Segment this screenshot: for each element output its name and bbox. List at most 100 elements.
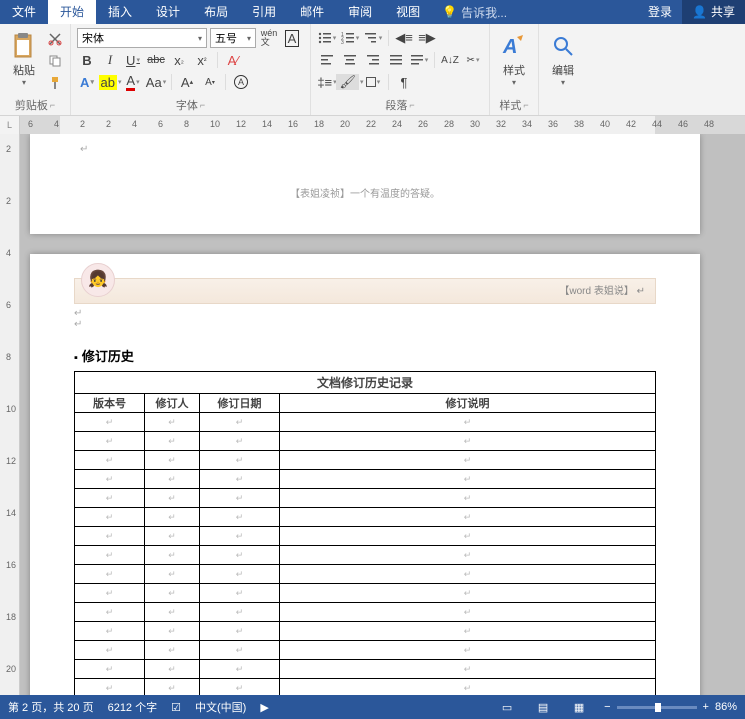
tab-design[interactable]: 设计 <box>144 0 192 24</box>
tab-mailings[interactable]: 邮件 <box>288 0 336 24</box>
paste-button[interactable]: 粘贴 ▾ <box>4 26 44 92</box>
align-right-button[interactable] <box>363 50 383 70</box>
table-cell[interactable]: ↵ <box>145 527 200 546</box>
view-web-button[interactable]: ▦ <box>568 698 590 716</box>
font-color-button[interactable]: A▾ <box>123 72 143 92</box>
tab-home[interactable]: 开始 <box>48 0 96 24</box>
phonetic-guide-button[interactable]: wén文 <box>259 28 279 48</box>
table-cell[interactable]: ↵ <box>145 641 200 660</box>
shrink-font-button[interactable]: A▾ <box>200 72 220 92</box>
distributed-button[interactable]: ▾ <box>409 50 429 70</box>
align-left-button[interactable] <box>317 50 337 70</box>
justify-button[interactable] <box>386 50 406 70</box>
superscript-button[interactable]: x² <box>192 50 212 70</box>
tab-layout[interactable]: 布局 <box>192 0 240 24</box>
table-cell[interactable]: ↵ <box>200 470 280 489</box>
table-cell[interactable]: ↵ <box>200 489 280 508</box>
table-cell[interactable]: ↵ <box>280 470 656 489</box>
font-size-select[interactable]: 五号▾ <box>210 28 256 48</box>
language-indicator[interactable]: 中文(中国) <box>195 699 246 715</box>
table-cell[interactable]: ↵ <box>145 679 200 696</box>
tell-me[interactable]: 💡告诉我... <box>432 4 517 21</box>
subscript-button[interactable]: x₂ <box>169 50 189 70</box>
pilcrow-button[interactable]: ¶ <box>394 72 414 92</box>
table-cell[interactable]: ↵ <box>280 603 656 622</box>
font-name-select[interactable]: 宋体▾ <box>77 28 207 48</box>
table-cell[interactable]: ↵ <box>145 603 200 622</box>
table-cell[interactable]: ↵ <box>280 660 656 679</box>
dialog-launcher-icon[interactable]: ⌐ <box>523 100 528 110</box>
table-cell[interactable]: ↵ <box>75 641 145 660</box>
table-cell[interactable]: ↵ <box>200 641 280 660</box>
share-button[interactable]: 👤共享 <box>682 0 745 24</box>
tab-file[interactable]: 文件 <box>0 0 48 24</box>
table-cell[interactable]: ↵ <box>280 584 656 603</box>
copy-button[interactable] <box>46 52 64 70</box>
table-cell[interactable]: ↵ <box>75 413 145 432</box>
table-cell[interactable]: ↵ <box>75 451 145 470</box>
table-cell[interactable]: ↵ <box>75 546 145 565</box>
underline-button[interactable]: U▾ <box>123 50 143 70</box>
table-cell[interactable]: ↵ <box>280 622 656 641</box>
text-effects-button[interactable]: A▾ <box>77 72 97 92</box>
tab-view[interactable]: 视图 <box>384 0 432 24</box>
highlight-button[interactable]: ab▾ <box>100 72 120 92</box>
table-cell[interactable]: ↵ <box>280 489 656 508</box>
word-count[interactable]: 6212 个字 <box>108 699 158 715</box>
dialog-launcher-icon[interactable]: ⌐ <box>409 100 414 110</box>
login-button[interactable]: 登录 <box>638 0 682 24</box>
ruler-vertical[interactable]: 22468101214161820 <box>0 134 20 695</box>
table-cell[interactable]: ↵ <box>200 527 280 546</box>
multilevel-button[interactable]: ▾ <box>363 28 383 48</box>
zoom-level[interactable]: 86% <box>715 701 737 713</box>
zoom-in-button[interactable]: + <box>703 701 709 713</box>
table-cell[interactable]: ↵ <box>145 451 200 470</box>
table-cell[interactable]: ↵ <box>200 451 280 470</box>
dialog-launcher-icon[interactable]: ⌐ <box>200 100 205 110</box>
align-center-button[interactable] <box>340 50 360 70</box>
line-spacing-button[interactable]: ‡≡▾ <box>317 72 337 92</box>
table-cell[interactable]: ↵ <box>75 527 145 546</box>
table-cell[interactable]: ↵ <box>280 527 656 546</box>
table-cell[interactable]: ↵ <box>145 470 200 489</box>
table-cell[interactable]: ↵ <box>280 508 656 527</box>
macro-icon[interactable]: ▶ <box>260 701 268 714</box>
table-cell[interactable]: ↵ <box>200 432 280 451</box>
table-cell[interactable]: ↵ <box>145 413 200 432</box>
table-cell[interactable]: ↵ <box>280 679 656 696</box>
bold-button[interactable]: B <box>77 50 97 70</box>
table-cell[interactable]: ↵ <box>145 622 200 641</box>
char-border-button[interactable]: A <box>282 28 302 48</box>
document-area[interactable]: ↵ 【表姐凌祯】一个有温度的答疑。 👧 【word 表姐说】 ↵ ↵ ↵ ▪修订… <box>20 134 745 695</box>
dialog-launcher-icon[interactable]: ⌐ <box>50 100 55 110</box>
increase-indent-button[interactable]: ≡▶ <box>417 28 437 48</box>
enclose-char-button[interactable]: A <box>231 72 251 92</box>
table-cell[interactable]: ↵ <box>75 565 145 584</box>
table-cell[interactable]: ↵ <box>145 508 200 527</box>
table-cell[interactable]: ↵ <box>280 432 656 451</box>
styles-button[interactable]: A 样式 ▾ <box>494 26 534 92</box>
table-cell[interactable]: ↵ <box>145 584 200 603</box>
table-cell[interactable]: ↵ <box>145 432 200 451</box>
zoom-slider[interactable] <box>617 706 697 709</box>
table-cell[interactable]: ↵ <box>200 660 280 679</box>
view-print-button[interactable]: ▤ <box>532 698 554 716</box>
table-cell[interactable]: ↵ <box>280 413 656 432</box>
shading-button[interactable]: 🖌▾ <box>340 72 360 92</box>
change-case-button[interactable]: Aa▾ <box>146 72 166 92</box>
table-cell[interactable]: ↵ <box>75 603 145 622</box>
table-cell[interactable]: ↵ <box>145 660 200 679</box>
table-cell[interactable]: ↵ <box>200 508 280 527</box>
zoom-out-button[interactable]: − <box>604 701 610 713</box>
table-cell[interactable]: ↵ <box>75 622 145 641</box>
ruler-horizontal[interactable]: L 64224681012141618202224262830323436384… <box>0 116 745 134</box>
table-cell[interactable]: ↵ <box>75 679 145 696</box>
table-cell[interactable]: ↵ <box>145 546 200 565</box>
table-cell[interactable]: ↵ <box>200 622 280 641</box>
italic-button[interactable]: I <box>100 50 120 70</box>
tab-review[interactable]: 审阅 <box>336 0 384 24</box>
ruler-corner[interactable]: L <box>0 116 20 134</box>
table-cell[interactable]: ↵ <box>200 565 280 584</box>
strike-button[interactable]: abc <box>146 50 166 70</box>
decrease-indent-button[interactable]: ◀≡ <box>394 28 414 48</box>
